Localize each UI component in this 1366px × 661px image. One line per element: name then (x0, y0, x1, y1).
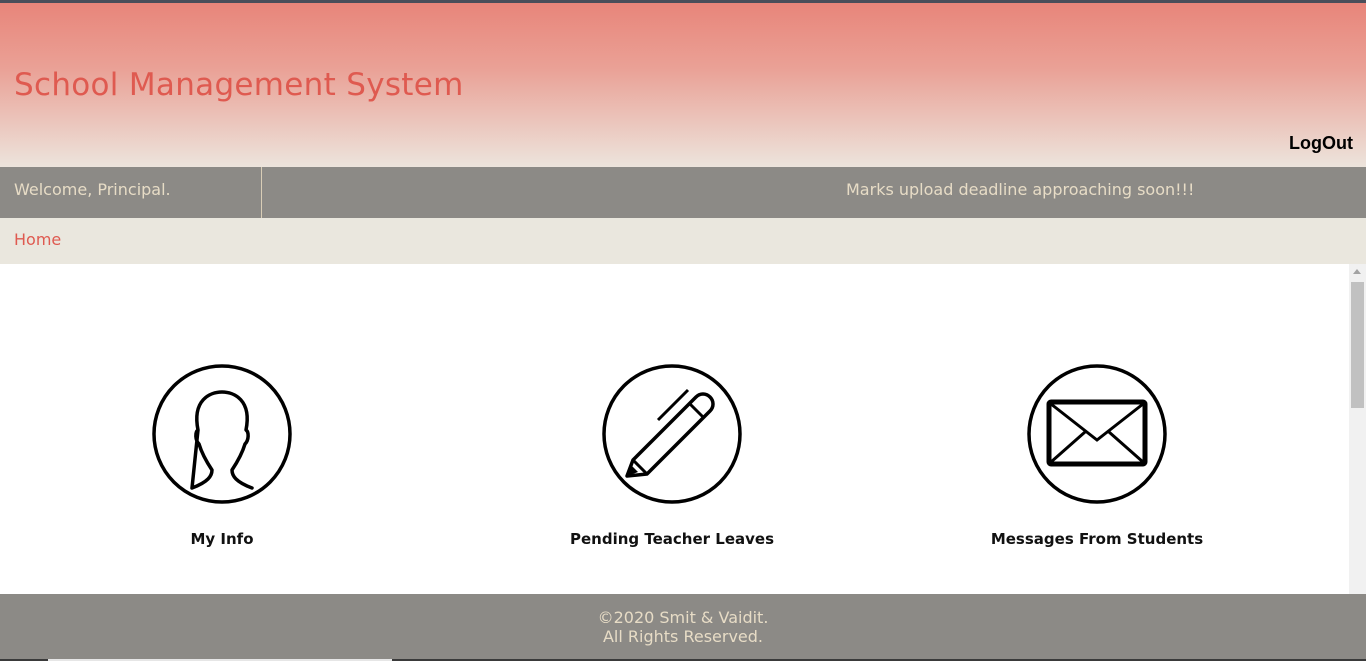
messages-from-students-card[interactable]: Messages From Students (947, 364, 1247, 548)
page-header: School Management System LogOut (0, 3, 1366, 167)
scroll-up-arrow-icon[interactable] (1353, 269, 1361, 274)
dashboard-main: My Info Pending Teacher Leaves Messages … (0, 264, 1349, 594)
status-bar: Welcome, Principal. Marks upload deadlin… (0, 167, 1366, 218)
user-icon (152, 364, 292, 504)
my-info-card[interactable]: My Info (72, 364, 372, 548)
envelope-icon (1027, 364, 1167, 504)
my-info-label: My Info (190, 530, 254, 548)
messages-from-students-label: Messages From Students (990, 530, 1204, 548)
pending-teacher-leaves-label: Pending Teacher Leaves (570, 530, 774, 548)
pending-teacher-leaves-card[interactable]: Pending Teacher Leaves (522, 364, 822, 548)
breadcrumb: Home (0, 218, 1366, 264)
footer-rights: All Rights Reserved. (602, 627, 764, 646)
footer-copyright: ©2020 Smit & Vaidit. (597, 608, 769, 627)
site-title: School Management System (14, 67, 464, 103)
vertical-scrollbar[interactable] (1349, 264, 1366, 594)
pen-icon (602, 364, 742, 504)
logout-link[interactable]: LogOut (1289, 133, 1353, 154)
scrollbar-thumb[interactable] (1351, 282, 1364, 408)
welcome-message: Welcome, Principal. (0, 167, 262, 218)
page-footer: ©2020 Smit & Vaidit. All Rights Reserved… (0, 594, 1366, 661)
breadcrumb-home-link[interactable]: Home (14, 230, 61, 249)
announcement-marquee: Marks upload deadline approaching soon!!… (846, 180, 1195, 199)
